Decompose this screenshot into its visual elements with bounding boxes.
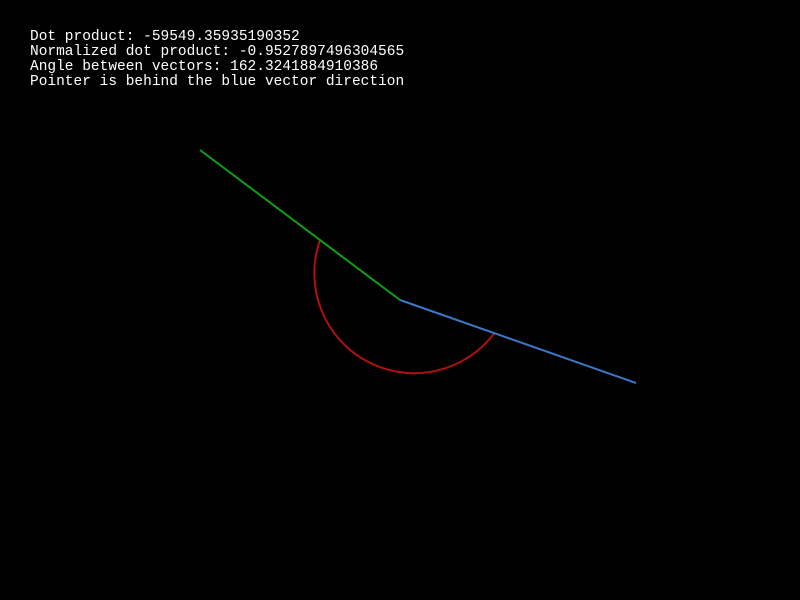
- green-vector: [199, 149, 401, 301]
- angle-arc: [313, 239, 496, 375]
- vector-canvas[interactable]: [0, 0, 800, 600]
- canvas-stage[interactable]: Dot product: -59549.35935190352 Normaliz…: [0, 0, 800, 600]
